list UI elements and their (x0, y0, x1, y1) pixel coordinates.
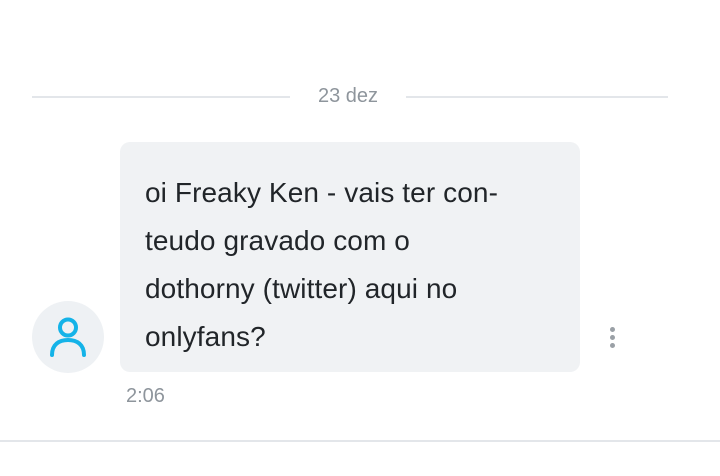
date-separator-line-left (32, 96, 290, 98)
user-icon (50, 317, 86, 357)
more-vertical-icon-dot (609, 326, 615, 332)
bottom-divider (0, 440, 720, 442)
date-separator-label: 23 dez (317, 85, 379, 107)
message-timestamp: 2:06 (126, 385, 165, 407)
message-options-button[interactable] (598, 320, 626, 354)
more-vertical-icon-dot (609, 334, 615, 340)
message-text: oi Freaky Ken - vais ter con- teudo grav… (145, 177, 499, 352)
more-vertical-icon-dot (609, 342, 615, 348)
date-separator-line-right (406, 96, 668, 98)
message-bubble[interactable]: oi Freaky Ken - vais ter con- teudo grav… (120, 142, 580, 372)
date-separator: 23 dez (32, 80, 668, 112)
sender-avatar[interactable] (32, 301, 104, 373)
